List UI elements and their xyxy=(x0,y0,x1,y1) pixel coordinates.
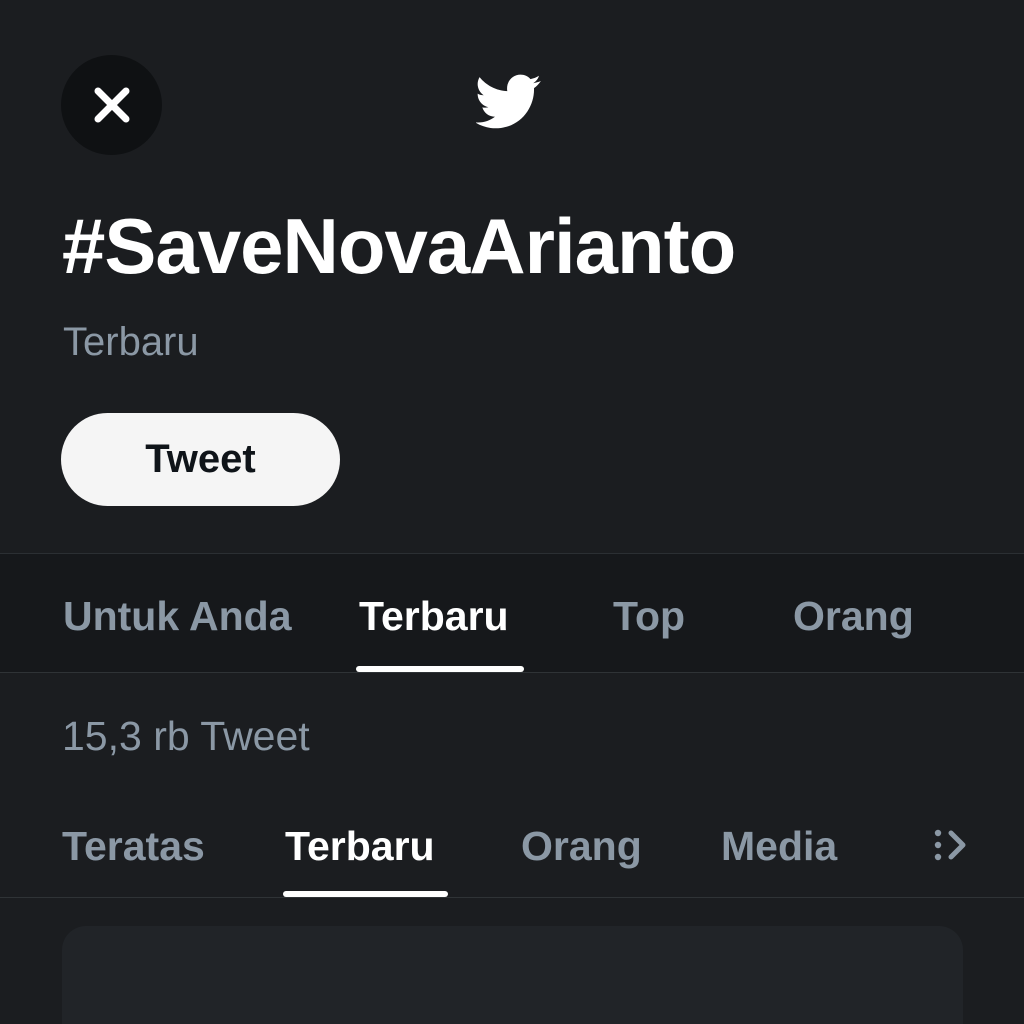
tab-label: Teratas xyxy=(62,823,205,869)
tab-label: Untuk Anda xyxy=(63,593,292,639)
tab-terbaru[interactable]: Terbaru xyxy=(356,554,524,672)
hashtag-screen: #SaveNovaArianto Terbaru Tweet Untuk And… xyxy=(0,0,1024,1024)
primary-tab-bar: Untuk Anda Terbaru Top Orang xyxy=(0,553,1024,673)
tab-terbaru-secondary[interactable]: Terbaru xyxy=(283,790,448,897)
active-tab-indicator xyxy=(356,666,524,672)
tweet-count: 15,3 rb Tweet xyxy=(62,713,310,759)
tab-label: Orang xyxy=(521,823,642,869)
hashtag-title: #SaveNovaArianto xyxy=(62,202,736,290)
twitter-bird-icon xyxy=(476,74,542,132)
tweet-card-placeholder[interactable] xyxy=(62,926,963,1024)
active-tab-indicator xyxy=(283,891,448,897)
tab-label: Terbaru xyxy=(359,593,509,639)
close-button[interactable] xyxy=(61,55,162,155)
secondary-tab-bar: Teratas Terbaru Orang Media xyxy=(0,790,1024,898)
tab-label: Top xyxy=(613,593,686,639)
tab-label: Media xyxy=(721,823,838,869)
tab-label: Terbaru xyxy=(285,823,435,869)
more-tabs-icon[interactable] xyxy=(932,826,970,864)
close-icon xyxy=(94,87,129,123)
tweet-button[interactable]: Tweet xyxy=(61,413,340,506)
tab-label: Orang xyxy=(793,593,914,639)
sort-subtitle: Terbaru xyxy=(63,320,199,364)
